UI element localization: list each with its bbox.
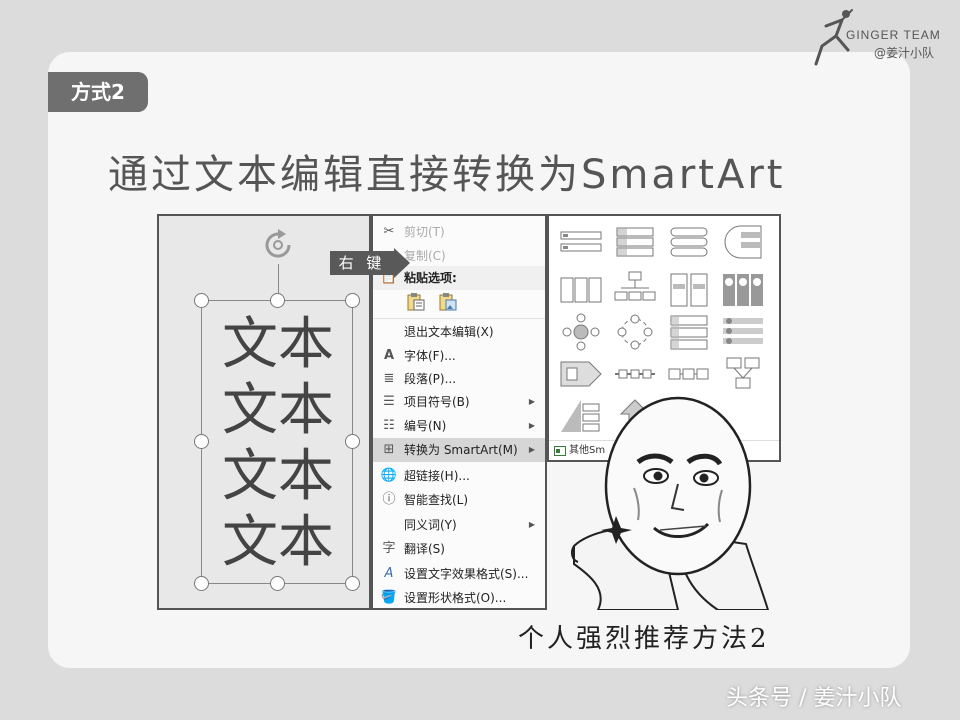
menu-item-cut[interactable]: ✂ 剪切(T) [373,220,545,244]
menu-item-label: 复制(C) [404,249,446,263]
callout-label: 右 键 [330,251,394,275]
menu-item-shape-format[interactable]: 🪣 设置形状格式(O)... [373,586,545,610]
smartart-layout-option[interactable] [613,270,657,310]
menu-item-label: 退出文本编辑(X) [404,325,494,339]
menu-item-numbering[interactable]: ☷ 编号(N) ▶ [373,414,545,438]
submenu-arrow-icon: ▶ [528,397,535,406]
paint-bucket-icon: 🪣 [380,590,398,605]
menu-item-label: 段落(P)... [404,372,457,386]
text-effects-icon: A [384,566,394,581]
paste-picture-icon[interactable] [438,292,458,312]
rotate-handle-icon[interactable] [259,226,297,264]
smartart-layout-option[interactable] [721,270,765,310]
menu-item-exit-edit[interactable]: 退出文本编辑(X) [373,320,545,344]
paste-options [406,292,466,315]
resize-handle[interactable] [270,576,285,591]
smartart-layout-option[interactable] [667,312,711,352]
smartart-layout-option[interactable] [559,312,603,352]
menu-item-label: 超链接(H)... [404,469,470,483]
textbox-line: 文本 [222,510,334,575]
smartart-layout-option[interactable] [613,312,657,352]
menu-item-label: 剪切(T) [404,225,445,239]
menu-item-label: 智能查找(L) [404,493,469,507]
numbering-icon: ☷ [383,418,395,433]
slide-headline: 通过文本编辑直接转换为SmartArt [108,152,786,198]
menu-item-label: 项目符号(B) [404,395,470,409]
font-icon: A [383,348,395,363]
textbox-line: 文本 [222,312,334,377]
smartart-icon [554,446,566,456]
paragraph-icon: ≣ [383,371,395,386]
smartart-layout-option[interactable] [559,222,603,262]
menu-item-label: 转换为 SmartArt(M) [404,443,518,457]
smartart-layout-option[interactable] [559,270,603,310]
menu-item-synonyms[interactable]: 同义词(Y) ▶ [373,513,545,537]
menu-item-label: 字体(F)... [404,349,456,363]
source-watermark: 头条号 / 姜汁小队 [726,686,902,711]
menu-item-smart-lookup[interactable]: ⓘ 智能查找(L) [373,488,545,512]
arrow-right-icon [394,248,410,278]
menu-item-translate[interactable]: 字 翻译(S) [373,537,545,561]
submenu-arrow-icon: ▶ [528,421,535,430]
menu-heading-label: 粘贴选项: [404,271,457,285]
globe-link-icon: 🌐 [380,468,398,483]
lookup-icon: ⓘ [382,492,396,507]
menu-item-hyperlink[interactable]: 🌐 超链接(H)... [373,464,545,488]
smartart-layout-option[interactable] [667,222,711,262]
menu-item-convert-smartart[interactable]: ⊞ 转换为 SmartArt(M) ▶ [373,438,545,462]
recommendation-caption: 个人强烈推荐方法2 [518,624,770,654]
pointing-meme-face [570,396,770,610]
resize-handle[interactable] [194,293,209,308]
menu-item-text-effects[interactable]: A 设置文字效果格式(S)... [373,562,545,586]
brand-subtitle: @姜汁小队 [874,46,935,60]
menu-item-label: 设置文字效果格式(S)... [404,567,529,581]
menu-separator [373,318,545,319]
smartart-layout-option[interactable] [721,312,765,352]
smartart-layout-option[interactable] [613,222,657,262]
menu-item-label: 设置形状格式(O)... [404,591,507,605]
menu-item-label: 编号(N) [404,419,447,433]
right-click-callout: 右 键 [330,248,410,278]
menu-item-label: 同义词(Y) [404,518,457,532]
brand-logo: GINGER TEAM @姜汁小队 [812,6,952,68]
bullets-icon: ☰ [383,394,395,409]
paste-keep-format-icon[interactable] [406,292,426,312]
menu-item-bullets[interactable]: ☰ 项目符号(B) ▶ [373,390,545,414]
brand-title: GINGER TEAM [846,28,941,42]
submenu-arrow-icon: ▶ [528,520,535,529]
scissors-icon: ✂ [383,224,395,239]
menu-item-label: 翻译(S) [404,542,445,556]
smartart-layout-option[interactable] [721,222,765,262]
translate-icon: 字 [382,541,396,556]
resize-handle[interactable] [194,576,209,591]
resize-handle[interactable] [345,434,360,449]
menu-item-font[interactable]: A 字体(F)... [373,344,545,368]
textbox-line: 文本 [222,444,334,509]
resize-handle[interactable] [194,434,209,449]
textbox-line: 文本 [222,378,334,443]
resize-handle[interactable] [345,576,360,591]
method-tag: 方式2 [48,72,148,112]
textbox-content[interactable]: 文本 文本 文本 文本 [213,312,343,576]
menu-item-paragraph[interactable]: ≣ 段落(P)... [373,367,545,391]
resize-handle[interactable] [270,293,285,308]
resize-handle[interactable] [345,293,360,308]
smartart-layout-option[interactable] [667,270,711,310]
smartart-icon: ⊞ [383,442,395,457]
submenu-arrow-icon: ▶ [528,445,535,454]
